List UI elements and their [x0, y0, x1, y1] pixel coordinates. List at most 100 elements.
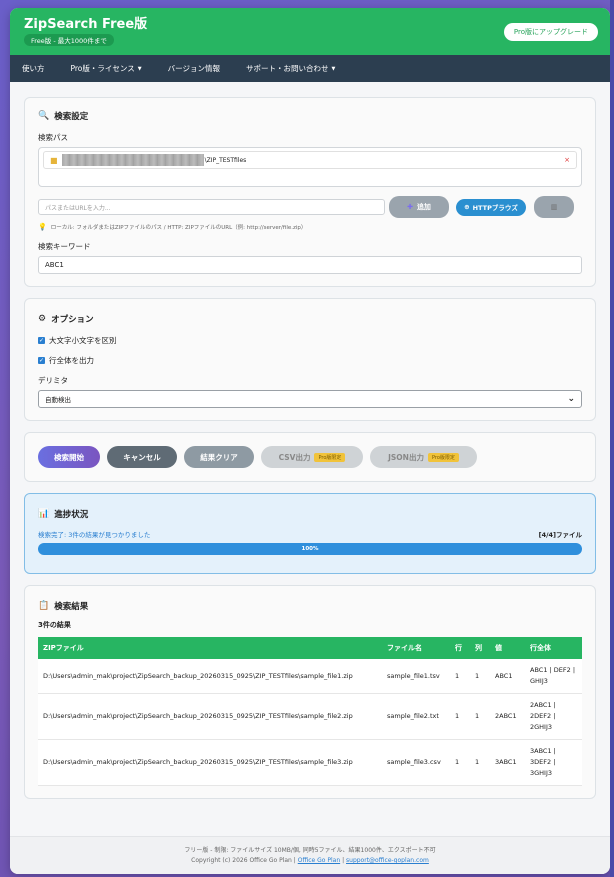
card-title-text: 進捗状況: [54, 510, 89, 520]
delimiter-label: デリミタ: [38, 376, 68, 385]
clear-results-button[interactable]: 結果クリア: [184, 446, 254, 468]
status-title: 📊 進捗状況: [38, 508, 582, 520]
remove-icon[interactable]: ×: [564, 156, 570, 164]
full-line-option[interactable]: ✓ 行全体を出力: [38, 355, 582, 366]
cell-value: 2ABC1: [490, 693, 525, 740]
card-title-text: 検索設定: [54, 112, 89, 122]
status-message: 検索完了: 3件の結果が見つかりました: [38, 531, 151, 539]
add-label: 追加: [416, 203, 431, 211]
nav-label: バージョン情報: [167, 64, 220, 73]
hint-text: ローカル: フォルダまたはZIPファイルのパス / HTTP: ZIPファイルの…: [50, 225, 307, 231]
json-export-button[interactable]: JSON出力 Pro版限定: [370, 446, 477, 468]
path-label: 検索パス: [38, 133, 68, 142]
lightbulb-icon: 💡: [38, 223, 47, 231]
caret-down-icon: ▼: [331, 65, 336, 72]
cell-row: 1: [450, 739, 470, 786]
results-card: 📋 検索結果 3件の結果 ZIPファイル ファイル名 行 列 値 行全体 D:\…: [24, 585, 596, 799]
footer: フリー版 - 制限: ファイルサイズ 10MB/個, 同時5ファイル、結果100…: [10, 836, 610, 874]
redacted-path: [61, 154, 204, 166]
cancel-button[interactable]: キャンセル: [107, 446, 177, 468]
brand: ZipSearch Free版 Free版 - 最大1000件まで: [24, 17, 147, 46]
window-edge: [610, 0, 614, 877]
cell-row: 1: [450, 693, 470, 740]
case-sensitive-option[interactable]: ✓ 大文字小文字を区別: [38, 335, 582, 346]
free-badge: Free版 - 最大1000件まで: [24, 34, 114, 46]
cell-full-line: 3ABC1 | 3DEF2 | 3GHIJ3: [525, 739, 582, 786]
cell-full-line: 2ABC1 | 2DEF2 | 2GHIJ3: [525, 693, 582, 740]
card-title-text: 検索結果: [54, 602, 89, 612]
full-line-checkbox[interactable]: ✓: [38, 357, 45, 364]
result-count: 3件の結果: [38, 621, 71, 629]
csv-export-button[interactable]: CSV出力 Pro版限定: [261, 446, 363, 468]
status-row: 検索完了: 3件の結果が見つかりました [4/4]ファイル: [38, 529, 582, 539]
cell-value: 3ABC1: [490, 739, 525, 786]
options-card: ⚙ オプション ✓ 大文字小文字を区別 ✓ 行全体を出力 デリミタ 自動検出 ⌄: [24, 298, 596, 421]
actions-card: 検索開始 キャンセル 結果クリア CSV出力 Pro版限定 JSON出力 Pro版限…: [24, 432, 596, 482]
gear-icon: ⚙: [38, 314, 47, 324]
progress-bar: 100%: [38, 543, 582, 555]
delete-path-button[interactable]: ▥: [534, 196, 574, 218]
footer-separator: |: [342, 857, 345, 864]
cell-col: 1: [470, 659, 490, 694]
cell-filename: sample_file3.csv: [382, 739, 450, 786]
full-line-label: 行全体を出力: [49, 356, 94, 365]
http-label: HTTPブラウズ: [472, 204, 518, 212]
card-title-text: オプション: [51, 315, 94, 325]
start-search-button[interactable]: 検索開始: [38, 446, 100, 468]
nav-item-version[interactable]: バージョン情報: [168, 63, 220, 74]
table-row[interactable]: D:\Users\admin_mak\project\ZipSearch_bac…: [38, 739, 582, 786]
header-col[interactable]: 列: [470, 637, 490, 659]
case-sensitive-label: 大文字小文字を区別: [49, 336, 117, 345]
app-header: ZipSearch Free版 Free版 - 最大1000件まで Pro版にア…: [10, 8, 610, 55]
footer-copyright-line: Copyright (c) 2026 Office Go Plan | Offi…: [10, 856, 610, 866]
cell-full-line: ABC1 | DEF2 | GHIJ3: [525, 659, 582, 694]
cell-row: 1: [450, 659, 470, 694]
table-row[interactable]: D:\Users\admin_mak\project\ZipSearch_bac…: [38, 659, 582, 694]
csv-label: CSV出力: [278, 452, 311, 462]
nav-item-usage[interactable]: 使い方: [22, 63, 45, 74]
pro-only-badge: Pro版限定: [427, 452, 459, 462]
cell-col: 1: [470, 739, 490, 786]
path-list: ■ \ZIP_TESTfiles ×: [38, 147, 582, 187]
footer-copyright: Copyright (c) 2026 Office Go Plan |: [191, 857, 296, 864]
json-label: JSON出力: [388, 452, 424, 462]
upgrade-button[interactable]: Pro版にアップグレード: [503, 22, 598, 41]
header-filename[interactable]: ファイル名: [382, 637, 450, 659]
nav-item-support[interactable]: サポート・お問い合わせ ▼: [246, 63, 335, 74]
progress-fill: 100%: [38, 543, 582, 555]
trash-icon: ▥: [550, 203, 558, 211]
delimiter-select[interactable]: 自動検出 ⌄: [38, 390, 582, 408]
header-zip[interactable]: ZIPファイル: [38, 637, 382, 659]
header-full-line[interactable]: 行全体: [525, 637, 582, 659]
cell-col: 1: [470, 693, 490, 740]
path-list-item[interactable]: ■ \ZIP_TESTfiles ×: [43, 151, 577, 169]
folder-icon: ■: [50, 155, 58, 165]
cell-zip: D:\Users\admin_mak\project\ZipSearch_bac…: [38, 693, 382, 740]
http-browse-button[interactable]: ⊕ HTTPブラウズ: [456, 198, 526, 216]
add-path-button[interactable]: ✚ 追加: [389, 196, 449, 218]
nav-label: サポート・お問い合わせ: [245, 64, 329, 73]
nav-label: Pro版・ライセンス: [70, 64, 135, 73]
path-input-row: パスまたはURLを入力... ✚ 追加 ⊕ HTTPブラウズ ▥: [38, 196, 582, 218]
table-row[interactable]: D:\Users\admin_mak\project\ZipSearch_bac…: [38, 693, 582, 740]
results-table: ZIPファイル ファイル名 行 列 値 行全体 D:\Users\admin_m…: [38, 637, 582, 786]
header-row[interactable]: 行: [450, 637, 470, 659]
search-settings-title: 🔍 検索設定: [38, 110, 582, 122]
main-nav: 使い方 Pro版・ライセンス ▼ バージョン情報 サポート・お問い合わせ ▼: [10, 55, 610, 82]
delimiter-value: 自動検出: [45, 396, 71, 404]
magnifier-icon: 🔍: [38, 111, 50, 121]
keyword-input[interactable]: ABC1: [38, 256, 582, 274]
globe-icon: ⊕: [464, 203, 470, 211]
path-input[interactable]: パスまたはURLを入力...: [38, 199, 385, 215]
header-value[interactable]: 値: [490, 637, 525, 659]
options-title: ⚙ オプション: [38, 313, 582, 325]
file-count: [4/4]ファイル: [538, 531, 582, 539]
keyword-label: 検索キーワード: [38, 242, 91, 251]
action-bar: 検索開始 キャンセル 結果クリア CSV出力 Pro版限定 JSON出力 Pro版限…: [38, 446, 582, 468]
case-sensitive-checkbox[interactable]: ✓: [38, 337, 45, 344]
footer-link-company[interactable]: Office Go Plan: [298, 857, 340, 864]
nav-item-pro-license[interactable]: Pro版・ライセンス ▼: [71, 63, 142, 74]
footer-link-support[interactable]: support@office-goplan.com: [346, 857, 429, 864]
app-window: ZipSearch Free版 Free版 - 最大1000件まで Pro版にア…: [10, 8, 610, 874]
cell-value: ABC1: [490, 659, 525, 694]
